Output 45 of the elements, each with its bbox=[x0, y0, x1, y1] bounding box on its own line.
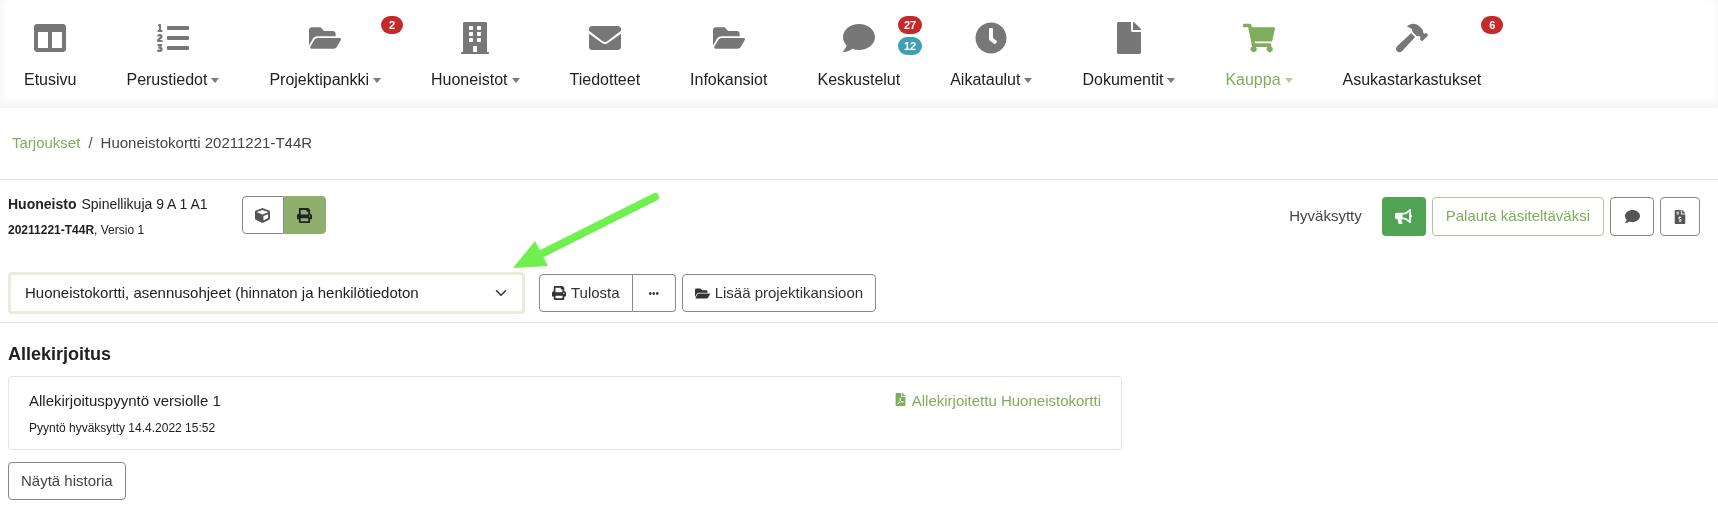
nav-item[interactable]: Tiedotteet bbox=[561, 20, 649, 92]
version-label: , Versio 1 bbox=[94, 222, 145, 239]
megaphone-icon bbox=[1395, 208, 1413, 225]
breadcrumb-separator: / bbox=[88, 133, 93, 154]
count-badge: 27 bbox=[897, 16, 923, 34]
pdf-file-icon bbox=[893, 393, 907, 406]
history-button[interactable]: Näytä historia bbox=[8, 462, 126, 500]
announce-button[interactable] bbox=[1381, 197, 1426, 236]
clock-icon bbox=[975, 20, 1008, 56]
caret-icon bbox=[211, 77, 220, 83]
nav-item[interactable]: Aikataulut bbox=[942, 20, 1041, 92]
caret-icon bbox=[1024, 77, 1033, 83]
caret-icon bbox=[373, 77, 381, 83]
speech-bubble-icon bbox=[1624, 209, 1640, 224]
template-select[interactable]: Huoneistokortti, asennusohjeet (hinnaton ja henkilötiedoton bbox=[8, 272, 525, 314]
status-text: Hyväksytty bbox=[1289, 206, 1362, 227]
count-badge: 2 bbox=[381, 16, 403, 34]
apartment-address: Spinellikuja 9 A 1 A1 bbox=[81, 195, 208, 214]
comment-button[interactable] bbox=[1610, 197, 1654, 236]
count-badge: 6 bbox=[1481, 16, 1504, 34]
request-status: Pyyntö hyväksytty 14.4.2022 15:52 bbox=[29, 419, 217, 437]
invoice-icon bbox=[1673, 209, 1687, 224]
print-button[interactable]: Tulosta bbox=[539, 274, 633, 312]
more-button[interactable]: ••• bbox=[632, 274, 676, 312]
count-badge: 12 bbox=[897, 37, 923, 55]
nav-item[interactable]: Huoneistot bbox=[423, 20, 528, 92]
building-icon bbox=[459, 20, 492, 56]
invoice-button[interactable] bbox=[1660, 197, 1700, 236]
section-heading: Allekirjoitus bbox=[8, 343, 113, 366]
nav-item[interactable]: Infokansiot bbox=[682, 20, 776, 92]
printer-icon bbox=[297, 207, 313, 223]
cube-view-button[interactable] bbox=[241, 196, 284, 234]
cube-icon bbox=[255, 207, 271, 223]
caret-icon bbox=[1284, 77, 1293, 83]
caret-icon bbox=[1167, 77, 1176, 83]
printer-icon bbox=[552, 286, 566, 300]
nav-item[interactable]: Etusivu bbox=[16, 20, 85, 92]
apartment-label: Huoneisto bbox=[8, 195, 77, 214]
nav-item[interactable]: Dokumentit bbox=[1074, 20, 1184, 92]
request-title: Allekirjoituspyyntö versiolle 1 bbox=[29, 391, 221, 411]
print-view-button[interactable] bbox=[283, 196, 326, 234]
nav-item[interactable]: Perustiedot bbox=[118, 20, 228, 92]
caret-icon bbox=[511, 77, 520, 83]
breadcrumb-current: Huoneistokortti 20211221-T44R bbox=[100, 133, 313, 154]
add-to-folder-button[interactable]: Lisää projektikansioon bbox=[681, 274, 877, 312]
